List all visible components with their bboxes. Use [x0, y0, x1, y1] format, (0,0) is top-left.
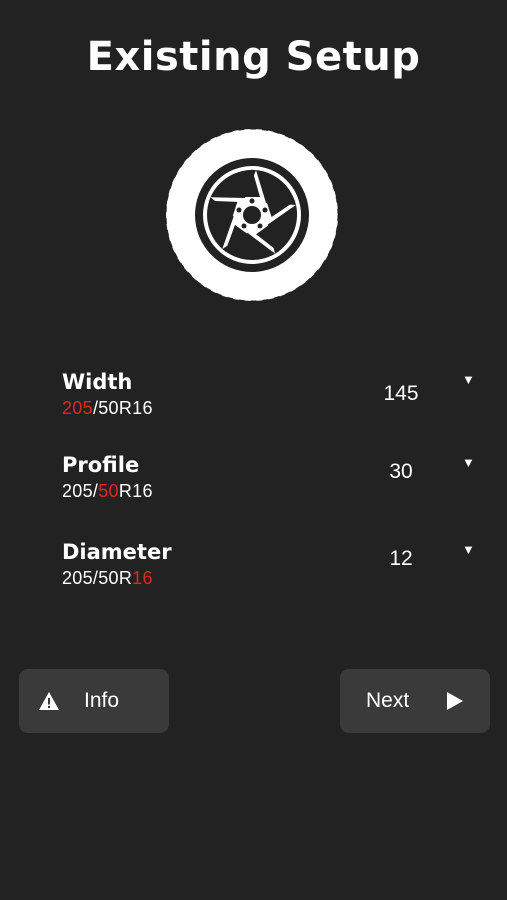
width-spec: 205/50R16	[62, 398, 153, 419]
diameter-label: Diameter	[62, 540, 172, 564]
diameter-dropdown-caret-icon[interactable]: ▼	[462, 542, 475, 557]
warning-icon	[38, 691, 60, 716]
diameter-spec-before: 205/50R	[62, 568, 133, 588]
profile-spec-highlight: 50	[98, 481, 119, 501]
width-select[interactable]: 145	[360, 382, 442, 406]
width-label: Width	[62, 370, 133, 394]
play-arrow-icon	[445, 690, 465, 717]
width-spec-highlight: 205	[62, 398, 93, 418]
info-button-label: Info	[84, 689, 120, 712]
page-title: Existing Setup	[86, 34, 421, 80]
width-spec-rest: /50R16	[92, 398, 153, 418]
profile-select[interactable]: 30	[360, 460, 442, 484]
tire-wheel-icon	[162, 125, 342, 305]
profile-spec-after: R16	[118, 481, 153, 501]
diameter-select[interactable]: 12	[360, 547, 442, 571]
diameter-row: Diameter 205/50R16 12 ▼	[0, 540, 507, 600]
profile-spec-before: 205/	[62, 481, 99, 501]
profile-dropdown-caret-icon[interactable]: ▼	[462, 455, 475, 470]
diameter-spec: 205/50R16	[62, 568, 153, 589]
width-dropdown-caret-icon[interactable]: ▼	[462, 372, 475, 387]
next-button[interactable]: Next	[340, 669, 490, 733]
profile-row: Profile 205/50R16 30 ▼	[0, 453, 507, 513]
info-button[interactable]: Info	[19, 669, 169, 733]
profile-label: Profile	[62, 453, 140, 477]
width-row: Width 205/50R16 145 ▼	[0, 370, 507, 430]
diameter-spec-highlight: 16	[132, 568, 153, 588]
profile-spec: 205/50R16	[62, 481, 153, 502]
next-button-label: Next	[366, 689, 410, 712]
